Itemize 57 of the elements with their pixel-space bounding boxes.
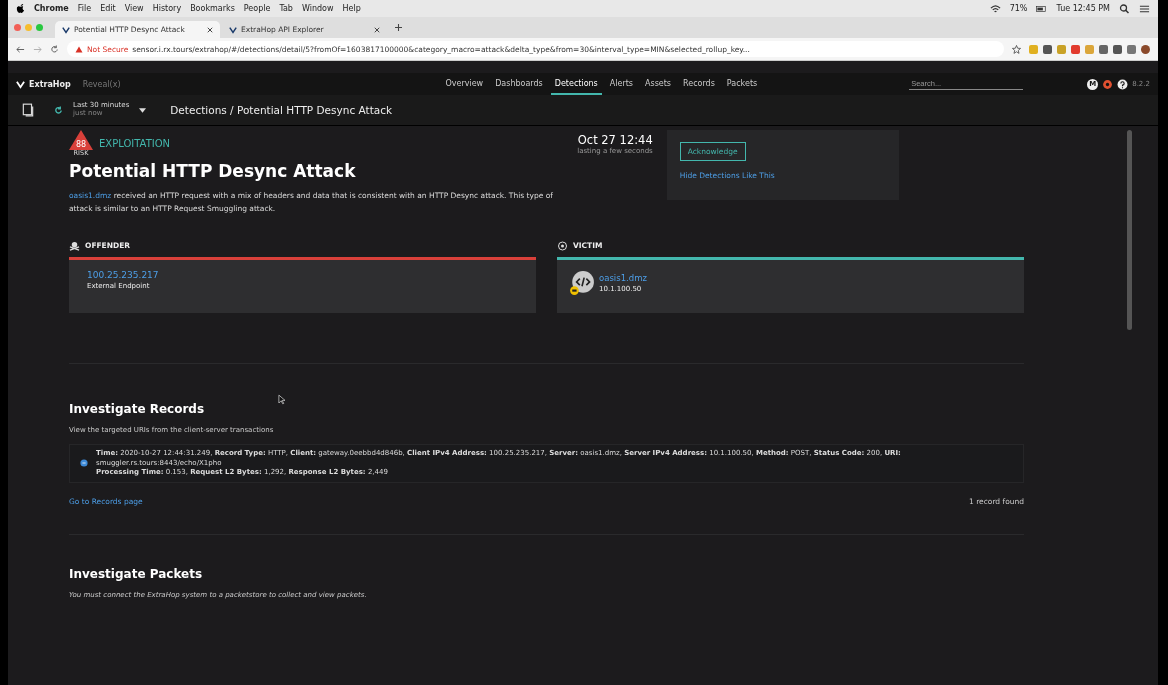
section-title: Investigate Packets	[69, 567, 204, 582]
battery-percent: 71%	[1009, 4, 1028, 13]
nav-tab[interactable]: Alerts	[605, 73, 637, 95]
menu-item[interactable]: Help	[342, 4, 361, 13]
mouse-cursor-icon	[278, 394, 285, 405]
menu-item[interactable]: Tab	[279, 4, 293, 13]
close-tab-icon[interactable]	[374, 26, 380, 33]
menu-item[interactable]: Window	[301, 4, 334, 13]
skull-icon	[69, 240, 80, 251]
back-icon[interactable]	[16, 44, 25, 54]
clock: Tue 12:45 PM	[1056, 4, 1110, 13]
nav-tab[interactable]: Packets	[722, 73, 762, 95]
refresh-icon[interactable]	[54, 105, 63, 115]
menu-item[interactable]: History	[152, 4, 182, 13]
brand-name[interactable]: ExtraHop	[29, 79, 71, 89]
target-icon	[557, 240, 568, 251]
detection-title: Potential HTTP Desync Attack	[69, 160, 357, 181]
favicon-icon	[229, 25, 237, 34]
menu-app-name[interactable]: Chrome	[34, 4, 69, 13]
pages-icon[interactable]	[22, 103, 34, 117]
menu-item[interactable]: People	[243, 4, 271, 13]
section-title: Investigate Records	[69, 401, 206, 416]
record-icon	[80, 459, 88, 468]
record-row[interactable]	[69, 443, 1024, 484]
close-tab-icon[interactable]	[207, 26, 213, 33]
star-icon[interactable]	[1012, 44, 1021, 54]
warning-icon	[75, 45, 83, 53]
category-label: EXPLOITATION	[99, 137, 171, 149]
victim-name-link[interactable]: oasis1.dmz	[599, 272, 647, 283]
risk-score-badge: 88	[69, 130, 93, 150]
nav-tab[interactable]: Assets	[641, 73, 676, 95]
list-icon[interactable]	[1139, 3, 1150, 14]
menu-item[interactable]: View	[124, 4, 144, 13]
offender-ip-link[interactable]: 100.25.235.217	[87, 269, 159, 280]
extension-icons[interactable]	[1029, 44, 1150, 54]
apple-icon[interactable]	[16, 3, 25, 14]
new-tab-icon[interactable]	[395, 24, 402, 31]
search-icon[interactable]	[1119, 3, 1130, 14]
menu-item[interactable]: Edit	[100, 4, 116, 13]
gear-icon[interactable]	[1102, 78, 1114, 90]
nav-tab[interactable]: Overview	[441, 73, 488, 95]
logo-icon	[16, 79, 25, 89]
caret-icon[interactable]	[139, 107, 147, 113]
nav-tab[interactable]: Dashboards	[491, 73, 547, 95]
favicon-icon	[62, 25, 70, 34]
menu-item[interactable]: Bookmarks	[190, 4, 235, 13]
help-icon[interactable]	[1117, 78, 1129, 90]
wifi-icon[interactable]	[989, 3, 1001, 14]
reload-icon[interactable]	[50, 44, 59, 54]
menu-item[interactable]: File	[77, 4, 92, 13]
scrollbar[interactable]	[1127, 130, 1132, 330]
nav-tab[interactable]: Records	[679, 73, 719, 95]
detection-date: Oct 27 12:44	[576, 133, 653, 147]
code-device-icon	[569, 269, 595, 296]
product-name: Reveal(x)	[82, 79, 121, 89]
breadcrumb: Detections / Potential HTTP Desync Attack	[170, 104, 393, 116]
battery-icon[interactable]	[1036, 3, 1048, 14]
